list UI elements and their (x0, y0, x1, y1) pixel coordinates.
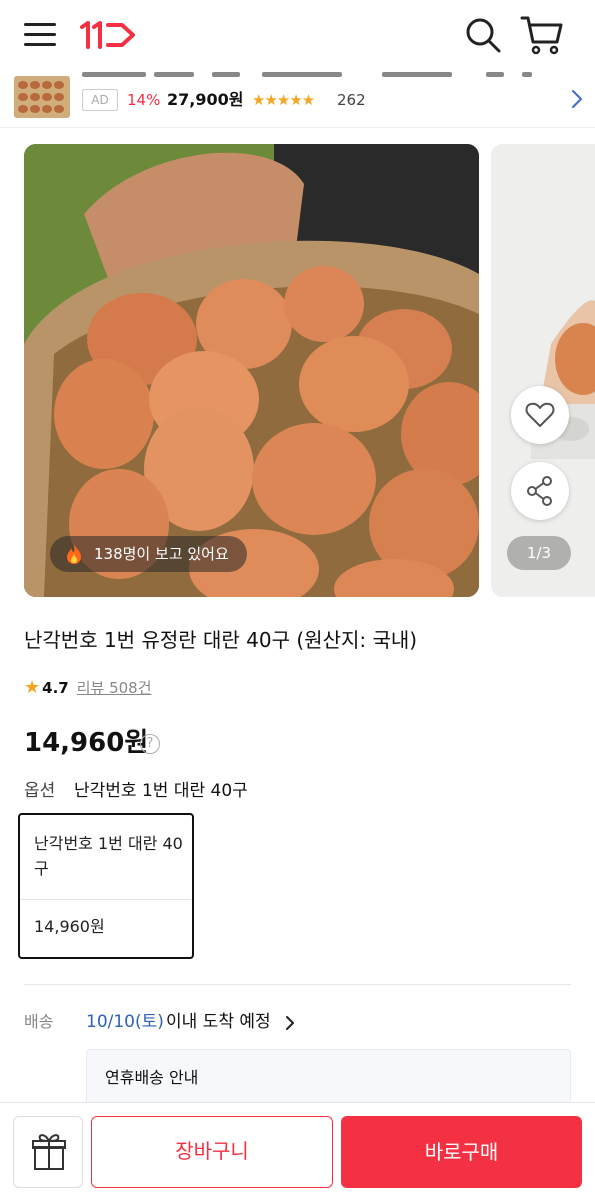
price-info-icon[interactable]: ? (140, 734, 160, 754)
hamburger-menu-icon[interactable] (24, 18, 56, 50)
cart-icon[interactable] (520, 14, 564, 56)
search-icon[interactable] (464, 16, 502, 54)
ad-title-cut-off (82, 72, 552, 78)
buy-now-button[interactable]: 바로구매 (341, 1116, 582, 1188)
sponsored-product-strip[interactable]: AD 14% 27,900원 ★★★★★ 262 (0, 72, 595, 128)
notice-title: 연휴배송 안내 (105, 1068, 199, 1087)
share-icon (527, 476, 552, 506)
image-pager: 1/3 (507, 536, 571, 570)
divider (20, 899, 191, 900)
product-image-main[interactable]: 138명이 보고 있어요 (24, 144, 479, 597)
chevron-right-icon[interactable] (284, 1014, 296, 1032)
shipping-date[interactable]: 10/10(토) (86, 1009, 164, 1035)
shipping-text[interactable]: 이내 도착 예정 (166, 1009, 271, 1035)
option-card-name: 난각번호 1번 대란 40구 (34, 834, 183, 878)
gift-icon (32, 1134, 66, 1170)
divider (24, 984, 571, 985)
option-card-price: 14,960원 (34, 917, 105, 936)
add-to-cart-button[interactable]: 장바구니 (91, 1116, 333, 1188)
gift-button[interactable] (13, 1116, 83, 1188)
product-title: 난각번호 1번 유정란 대란 40구 (원산지: 국내) (24, 628, 418, 652)
brand-logo[interactable] (78, 18, 138, 52)
product-image-next[interactable] (491, 144, 595, 597)
ad-product-thumbnail (14, 76, 70, 118)
reviews-link[interactable]: 리뷰 508건 (77, 679, 152, 697)
viewers-badge: 138명이 보고 있어요 (50, 536, 247, 572)
option-label: 옵션 (24, 781, 56, 801)
product-rating: ★ 4.7 리뷰 508건 (24, 676, 152, 700)
viewers-text: 138명이 보고 있어요 (94, 545, 229, 563)
ad-discount: 14% (127, 91, 161, 109)
option-card-selected[interactable]: 난각번호 1번 대란 40구 14,960원 (18, 813, 194, 959)
ad-review-count: 262 (337, 91, 366, 109)
share-button[interactable] (511, 462, 569, 520)
like-button[interactable] (511, 386, 569, 444)
ad-star-rating: ★★★★★ (252, 91, 315, 109)
bottom-action-bar: 장바구니 바로구매 (0, 1102, 595, 1200)
star-icon: ★ (24, 677, 41, 698)
ad-price: 27,900원 (167, 90, 244, 109)
holiday-shipping-notice[interactable]: 연휴배송 안내 (86, 1049, 571, 1109)
option-selected-value: 난각번호 1번 대란 40구 (74, 781, 248, 801)
fire-icon (67, 544, 81, 564)
chevron-right-icon[interactable] (570, 87, 584, 111)
top-header (0, 0, 595, 72)
rating-score: 4.7 (42, 679, 69, 697)
shipping-label: 배송 (24, 1012, 54, 1031)
heart-icon (525, 402, 555, 427)
ad-badge: AD (82, 89, 118, 111)
product-price: 14,960원 (24, 728, 149, 758)
